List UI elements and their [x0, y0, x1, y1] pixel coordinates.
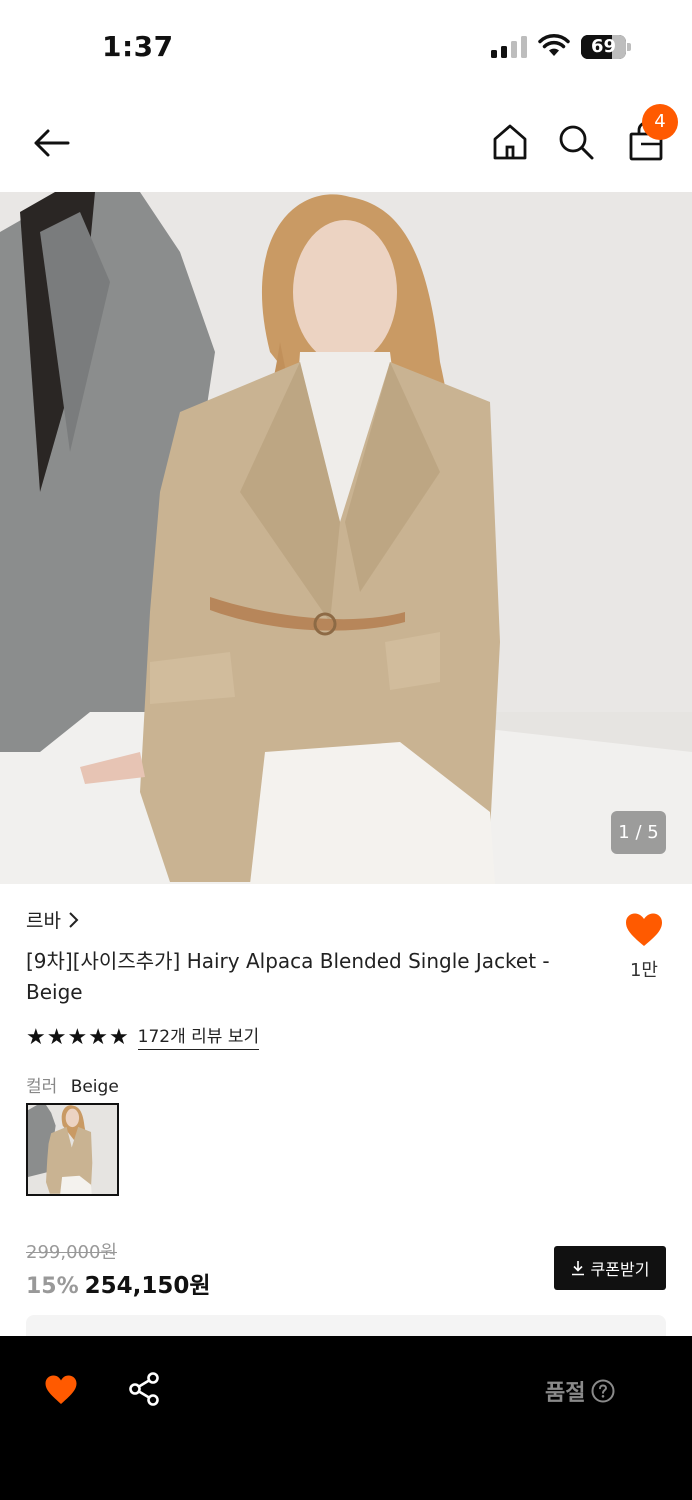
- product-photo: [0, 192, 692, 884]
- color-option-thumbnail[interactable]: [26, 1103, 119, 1196]
- heart-icon: [626, 913, 662, 946]
- brand-name: 르바: [26, 910, 61, 932]
- product-title: [9차][사이즈추가] Hairy Alpaca Blended Single …: [26, 949, 550, 1004]
- review-link[interactable]: 172개 리뷰 보기: [137, 1027, 260, 1050]
- star-icon: ★: [46, 1025, 67, 1050]
- star-icon: ★: [88, 1025, 108, 1050]
- sale-price: 254,150원: [84, 1273, 211, 1299]
- price-row: 15% 254,150원: [26, 1266, 211, 1300]
- coupon-button-label: 쿠폰받기: [590, 1260, 650, 1279]
- back-arrow-icon[interactable]: [30, 122, 72, 164]
- wifi-icon: [538, 34, 570, 56]
- like-button[interactable]: 1만: [620, 912, 668, 982]
- battery-level: 69: [590, 36, 617, 57]
- star-icon: ★: [26, 1025, 46, 1050]
- cart-count-badge: 4: [642, 104, 678, 140]
- rating-stars: ★ ★ ★ ★ ★: [26, 1026, 129, 1050]
- heart-icon[interactable]: [44, 1374, 78, 1406]
- color-row: 컬러 Beige: [26, 1072, 119, 1097]
- color-label: 컬러: [26, 1077, 58, 1097]
- color-value: Beige: [70, 1077, 119, 1097]
- original-price: 299,000원: [26, 1242, 117, 1263]
- sold-out-status: 품절: [545, 1375, 615, 1407]
- sold-out-label: 품절: [545, 1381, 586, 1406]
- product-image[interactable]: [0, 192, 692, 884]
- app-header: 4: [0, 92, 692, 192]
- search-icon[interactable]: [556, 122, 596, 162]
- battery-indicator: 69: [581, 35, 631, 59]
- bottom-action-bar: 품절: [0, 1336, 692, 1500]
- help-circle-icon[interactable]: [591, 1379, 615, 1403]
- share-icon[interactable]: [128, 1372, 160, 1406]
- star-icon: ★: [67, 1025, 88, 1050]
- coupon-download-button[interactable]: 쿠폰받기: [554, 1246, 666, 1290]
- color-thumbnail-image: [28, 1105, 117, 1194]
- discount-rate: 15%: [26, 1274, 79, 1299]
- download-icon: [571, 1261, 584, 1276]
- like-count: 1만: [629, 960, 658, 981]
- home-icon[interactable]: [490, 122, 530, 162]
- star-icon: ★: [108, 1025, 129, 1050]
- chevron-right-icon: [69, 911, 79, 928]
- rating-row: ★ ★ ★ ★ ★ 172개 리뷰 보기: [26, 1026, 260, 1050]
- status-bar: 1:37 69: [0, 0, 692, 92]
- image-counter: 1 / 5: [611, 811, 666, 854]
- cellular-signal-icon: [491, 36, 527, 58]
- status-time: 1:37: [102, 30, 174, 63]
- brand-link[interactable]: 르바: [26, 906, 79, 933]
